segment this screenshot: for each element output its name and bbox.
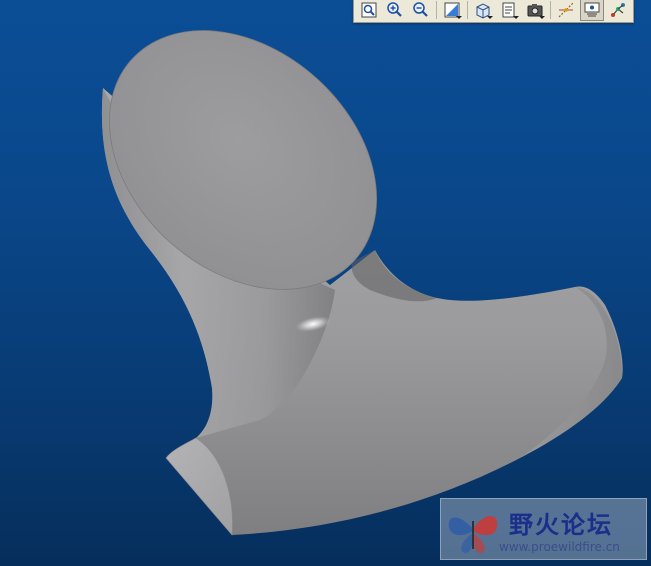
toolbar-separator — [436, 1, 437, 19]
layers-icon — [584, 2, 600, 17]
zoom-in-icon — [387, 2, 402, 17]
watermark-url: www.proewildfire.cn — [499, 540, 620, 554]
zoom-in-button[interactable] — [383, 0, 407, 21]
toolbar-separator — [467, 1, 468, 19]
repaint-button[interactable] — [440, 0, 464, 21]
3d-model[interactable] — [0, 0, 651, 566]
dropdown-arrow-icon — [539, 16, 545, 19]
watermark-title: 野火论坛 — [509, 511, 613, 539]
dropdown-arrow-icon — [513, 16, 519, 19]
toolbar-separator — [550, 1, 551, 19]
datum-display-button[interactable] — [554, 0, 578, 21]
3d-model-viewport[interactable]: 野火论坛 www.proewildfire.cn — [0, 0, 651, 566]
view-toolbar — [353, 0, 634, 23]
zoom-out-icon — [413, 2, 428, 17]
dropdown-arrow-icon — [456, 16, 462, 19]
spin-center-icon — [611, 3, 625, 17]
zoom-out-button[interactable] — [409, 0, 433, 21]
dropdown-arrow-icon — [487, 16, 493, 19]
refit-icon — [361, 2, 377, 18]
layers-button[interactable] — [580, 0, 604, 21]
datum-display-icon — [558, 2, 574, 18]
spin-center-button[interactable] — [606, 0, 630, 21]
refit-button[interactable] — [357, 0, 381, 21]
display-style-button[interactable] — [471, 0, 495, 21]
watermark: 野火论坛 www.proewildfire.cn — [440, 498, 647, 560]
saved-views-button[interactable] — [497, 0, 521, 21]
butterfly-logo — [448, 516, 498, 554]
view-manager-button[interactable] — [523, 0, 547, 21]
